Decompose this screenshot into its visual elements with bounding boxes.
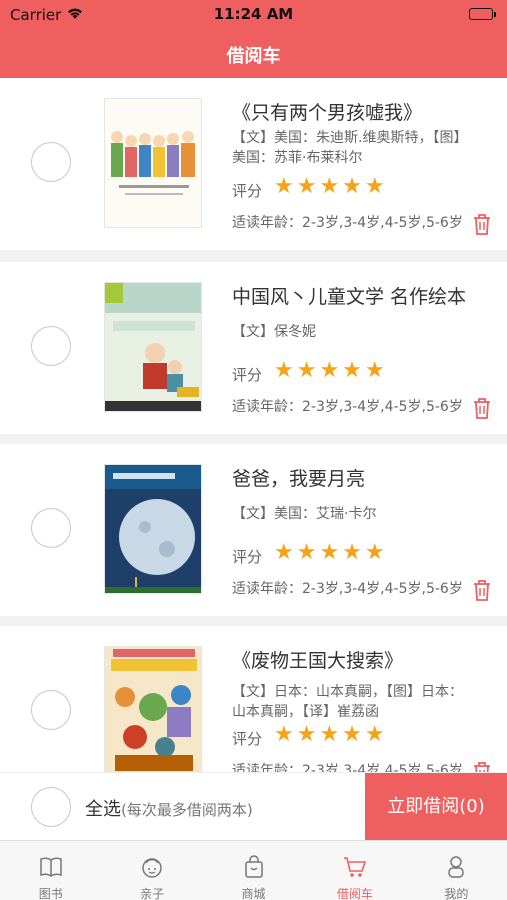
book-title[interactable]: 中国风丶儿童文学 名作绘本	[232, 282, 466, 309]
rating-label: 评分	[232, 366, 263, 384]
tab-family[interactable]: 亲子	[101, 841, 202, 900]
battery-icon	[469, 8, 496, 20]
book-authors: 【文】保冬妮	[232, 324, 316, 340]
borrow-now-button[interactable]: 立即借阅(0)	[365, 773, 507, 841]
reading-age: 适读年龄：2-3岁,3-4岁,4-5岁,5-6岁	[232, 763, 463, 772]
clock: 11:24 AM	[213, 5, 294, 23]
book-card: 《废物王国大搜索》 【文】日本：山本真嗣，【图】日本：山本真嗣，【译】崔荔函 评…	[0, 626, 507, 772]
book-card: 中国风丶儿童文学 名作绘本 【文】保冬妮 评分 ★★★★★ 适读年龄：2-3岁,…	[0, 262, 507, 434]
tab-books[interactable]: 图书	[0, 841, 101, 900]
reading-age: 适读年龄：2-3岁,3-4岁,4-5岁,5-6岁	[232, 399, 463, 415]
delete-icon[interactable]	[471, 578, 493, 602]
book-select-radio[interactable]	[31, 142, 71, 182]
book-authors: 【文】美国：艾瑞·卡尔	[232, 506, 377, 522]
book-cover[interactable]	[104, 646, 202, 772]
select-all-hint: (每次最多借阅两本)	[121, 801, 253, 819]
delete-icon[interactable]	[471, 212, 493, 236]
person-icon	[448, 856, 465, 878]
tab-profile[interactable]: 我的	[406, 841, 507, 900]
tab-label: 我的	[444, 887, 469, 900]
book-title[interactable]: 爸爸，我要月亮	[232, 464, 365, 491]
rating-stars: ★★★★★	[274, 722, 388, 747]
book-icon	[39, 857, 62, 877]
book-list[interactable]: 《只有两个男孩嘘我》 【文】美国：朱迪斯.维奥斯特，【图】美国：苏菲·布莱科尔 …	[0, 78, 507, 772]
book-select-radio[interactable]	[31, 690, 71, 730]
reading-age: 适读年龄：2-3岁,3-4岁,4-5岁,5-6岁	[232, 215, 463, 231]
cart-icon	[343, 857, 367, 877]
app-header: Carrier 11:24 AM 借阅车	[0, 0, 507, 78]
tab-label: 亲子	[140, 887, 165, 900]
select-all-text: 全选	[85, 799, 121, 820]
delete-icon[interactable]	[471, 760, 493, 772]
page-title: 借阅车	[226, 46, 281, 67]
book-cover[interactable]	[104, 282, 202, 412]
tab-label: 借阅车	[336, 887, 373, 900]
tab-store[interactable]: 商城	[203, 841, 304, 900]
checkout-bar: 全选(每次最多借阅两本) 立即借阅(0)	[0, 772, 507, 841]
rating-label: 评分	[232, 548, 263, 566]
rating-stars: ★★★★★	[274, 358, 388, 383]
book-card: 《只有两个男孩嘘我》 【文】美国：朱迪斯.维奥斯特，【图】美国：苏菲·布莱科尔 …	[0, 78, 507, 250]
rating-label: 评分	[232, 182, 263, 200]
reading-age: 适读年龄：2-3岁,3-4岁,4-5岁,5-6岁	[232, 581, 463, 597]
book-select-radio[interactable]	[31, 326, 71, 366]
book-cover[interactable]	[104, 98, 202, 228]
rating-label: 评分	[232, 730, 263, 748]
status-bar: Carrier 11:24 AM	[0, 0, 507, 28]
shopping-bag-icon	[244, 855, 263, 878]
select-all-label[interactable]: 全选(每次最多借阅两本)	[85, 795, 253, 821]
tab-bar: 图书 亲子 商城 借阅车 我的	[0, 840, 507, 900]
book-authors: 【文】美国：朱迪斯.维奥斯特，【图】美国：苏菲·布莱科尔	[232, 130, 468, 166]
book-cover[interactable]	[104, 464, 202, 594]
rating-stars: ★★★★★	[274, 174, 388, 199]
book-card: 爸爸，我要月亮 【文】美国：艾瑞·卡尔 评分 ★★★★★ 适读年龄：2-3岁,3…	[0, 444, 507, 616]
tab-cart[interactable]: 借阅车	[304, 841, 405, 900]
tab-label: 商城	[241, 887, 266, 900]
select-all-radio[interactable]	[31, 787, 71, 827]
book-title[interactable]: 《只有两个男孩嘘我》	[232, 98, 422, 125]
child-face-icon	[142, 858, 162, 878]
book-authors: 【文】日本：山本真嗣，【图】日本：山本真嗣，【译】崔荔函	[232, 684, 463, 720]
rating-stars: ★★★★★	[274, 540, 388, 565]
book-select-radio[interactable]	[31, 508, 71, 548]
book-title[interactable]: 《废物王国大搜索》	[232, 646, 403, 673]
delete-icon[interactable]	[471, 396, 493, 420]
tab-label: 图书	[38, 887, 63, 900]
